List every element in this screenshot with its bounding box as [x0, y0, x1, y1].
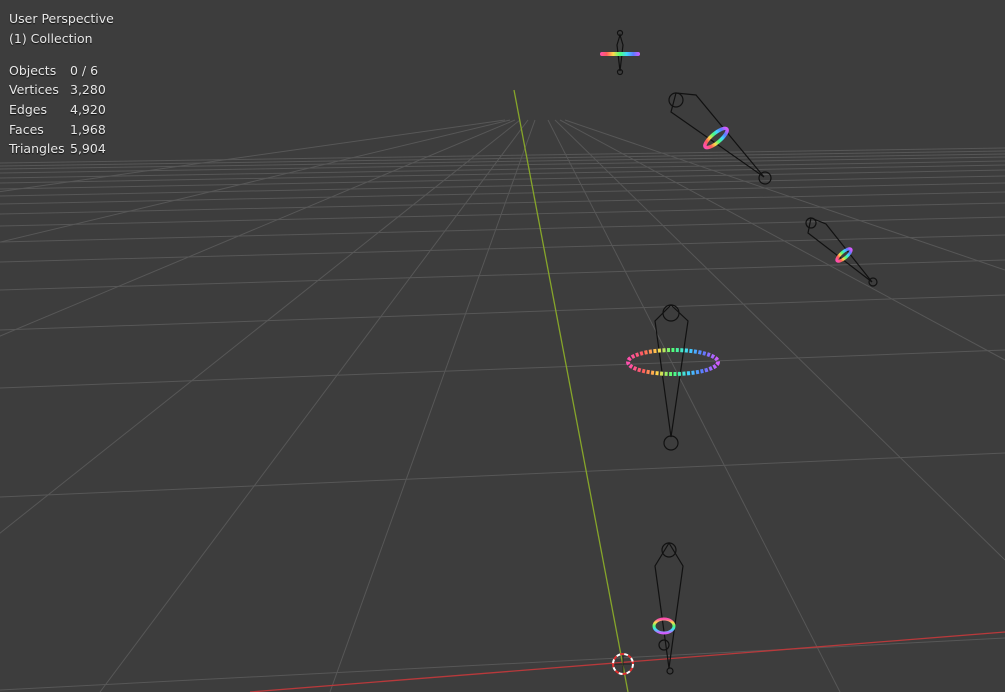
- floor-grid: [0, 119, 1005, 692]
- rainbow-ring[interactable]: [600, 52, 640, 56]
- rainbow-ring[interactable]: [702, 126, 729, 151]
- viewport-scene[interactable]: [0, 0, 1005, 692]
- armature-bone[interactable]: [654, 541, 684, 675]
- 3d-cursor[interactable]: [612, 653, 634, 675]
- rainbow-ring[interactable]: [626, 348, 720, 376]
- 3d-viewport[interactable]: User Perspective (1) Collection Objects …: [0, 0, 1005, 692]
- x-axis-line: [249, 631, 1005, 692]
- rainbow-ring[interactable]: [835, 247, 853, 263]
- armature-bone[interactable]: [654, 304, 689, 451]
- y-axis-line: [513, 89, 629, 692]
